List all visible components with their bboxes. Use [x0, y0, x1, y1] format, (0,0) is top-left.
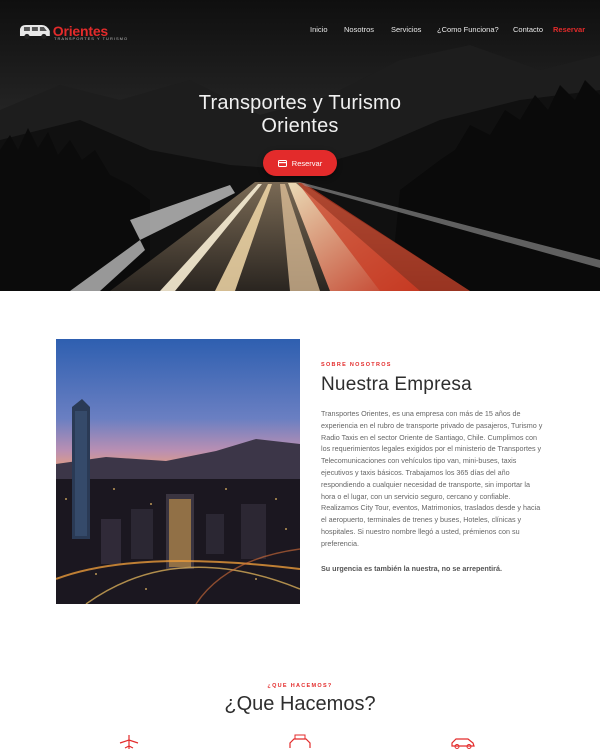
airplane-icon: [119, 735, 139, 749]
city-skyline-photo: [56, 339, 300, 604]
about-tagline: Su urgencia es también la nuestra, no se…: [321, 564, 502, 573]
about-eyebrow: SOBRE NOSOTROS: [321, 362, 392, 368]
services-eyebrow: ¿QUE HACEMOS?: [267, 683, 333, 689]
nav-item-nosotros[interactable]: Nosotros: [344, 25, 374, 34]
nav-item-servicios[interactable]: Servicios: [391, 25, 421, 34]
hero-reserve-label: Reservar: [291, 158, 323, 168]
services-title: ¿Que Hacemos?: [224, 693, 376, 715]
nav-reserve-link[interactable]: Reservar: [553, 25, 585, 34]
about-title: Nuestra Empresa: [321, 374, 472, 395]
nav-item-contacto[interactable]: Contacto: [513, 25, 543, 34]
hero-section: Orientes TRANSPORTES Y TURISMO Inicio No…: [0, 0, 600, 291]
car-icon: [451, 738, 475, 749]
hero-title-line1: Transportes y Turismo: [198, 92, 402, 114]
hero-reserve-button[interactable]: Reservar: [263, 150, 337, 176]
hero-title: Transportes y Turismo Orientes: [0, 92, 600, 138]
taxi-icon: [289, 734, 311, 748]
nav-item-inicio[interactable]: Inicio: [310, 25, 328, 34]
credit-card-icon: [277, 159, 287, 167]
hero-title-line2: Orientes: [261, 115, 339, 137]
nav-item-como-funciona[interactable]: ¿Como Funciona?: [437, 25, 499, 34]
main-menu: Inicio Nosotros Servicios ¿Como Funciona…: [0, 25, 600, 37]
top-navbar: Orientes TRANSPORTES Y TURISMO Inicio No…: [0, 0, 600, 60]
about-description: Transportes Orientes, es una empresa con…: [321, 409, 543, 548]
